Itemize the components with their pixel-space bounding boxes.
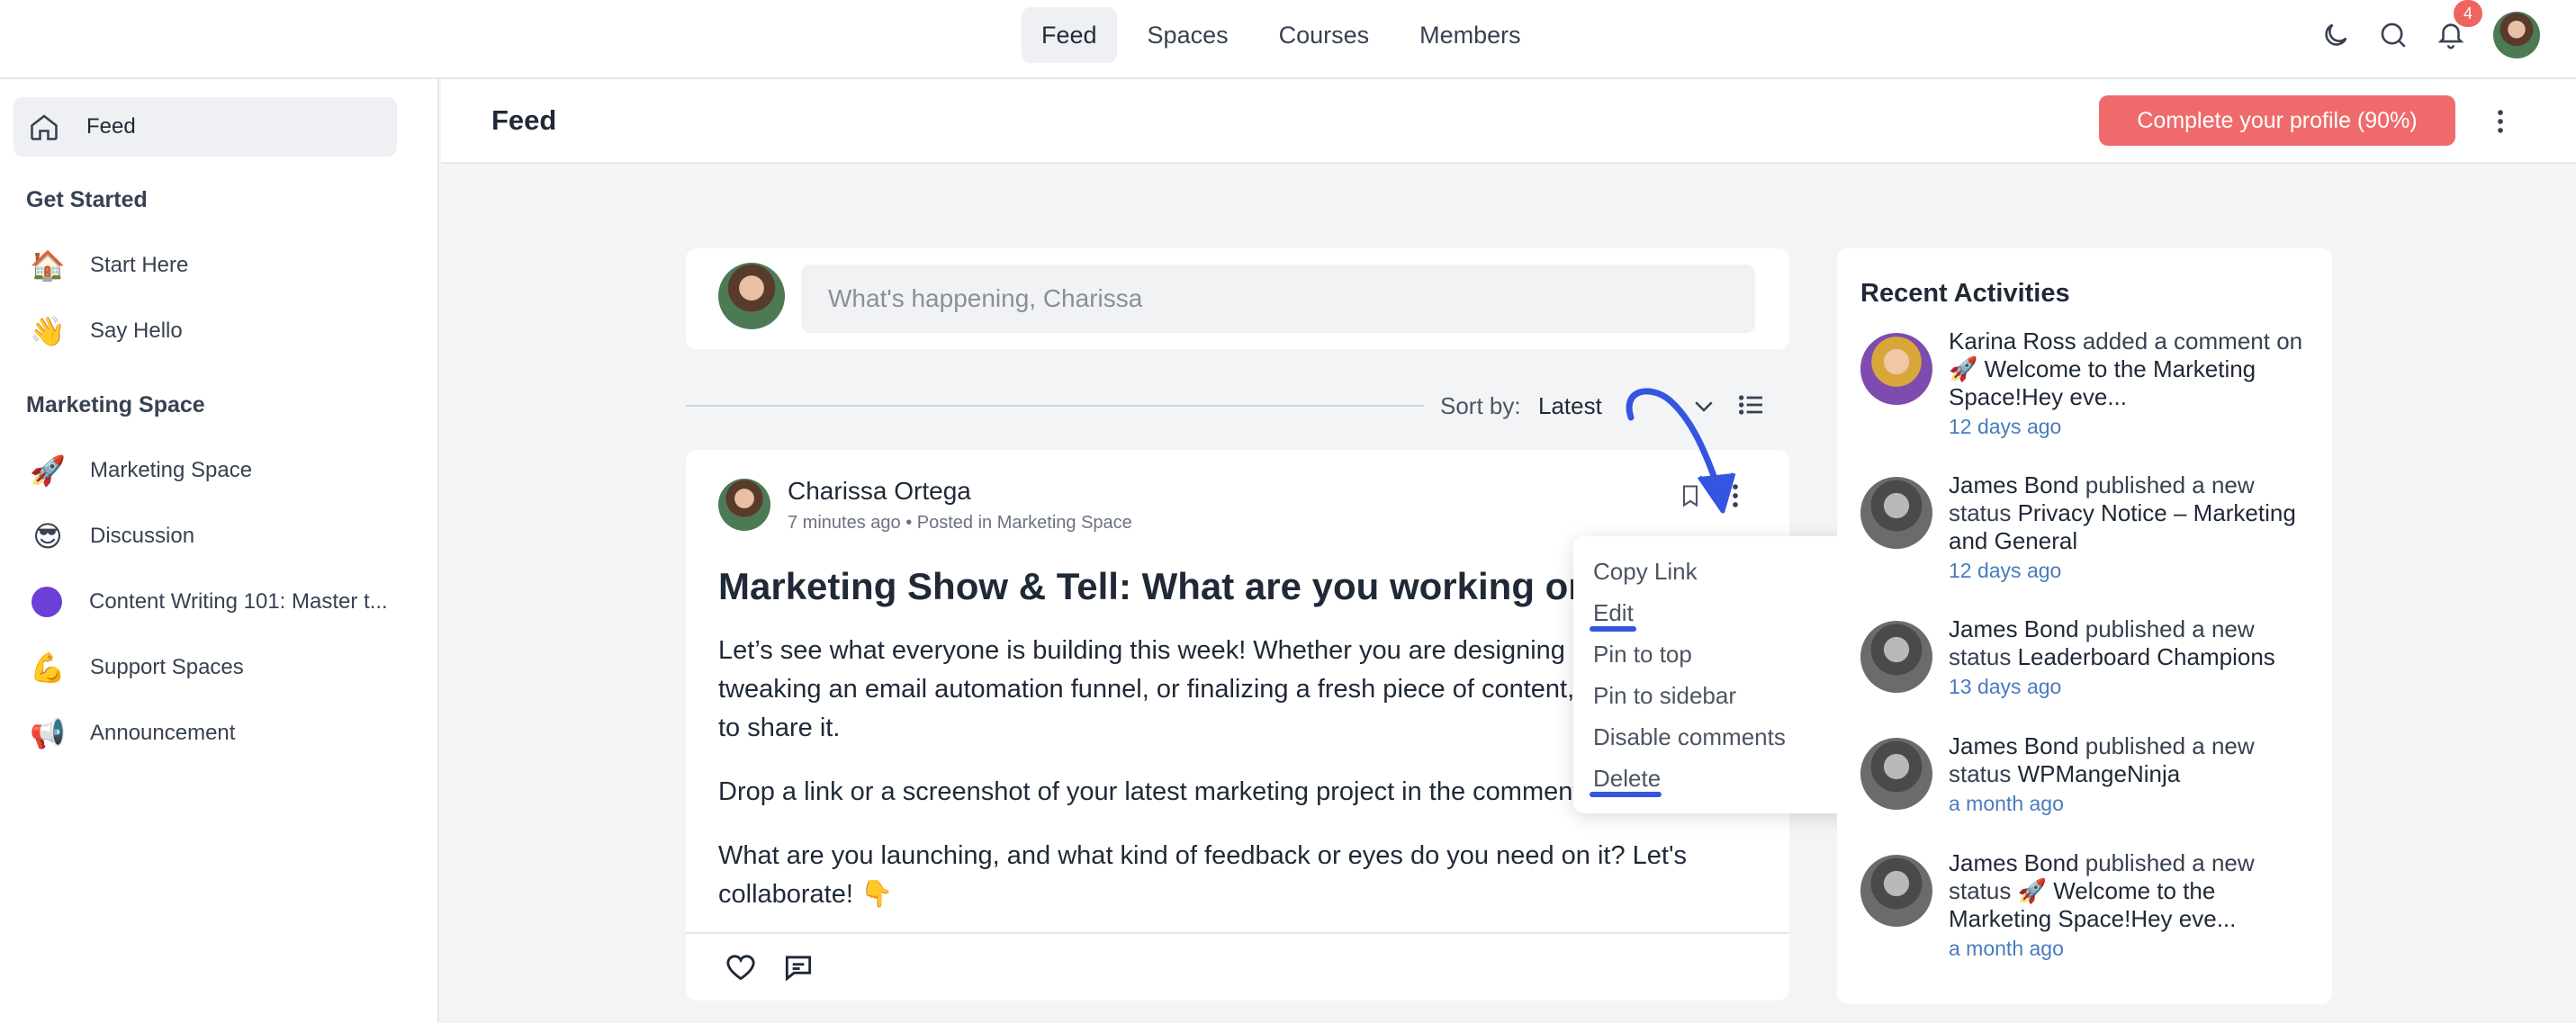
sidebar-item-label: Start Here <box>90 253 189 277</box>
activity-action: added a comment on <box>2076 328 2303 354</box>
post-author-name[interactable]: Charissa Ortega <box>788 477 971 506</box>
complete-profile-button[interactable]: Complete your profile (90%) <box>2099 95 2455 146</box>
top-navigation: Feed Spaces Courses Members 4 <box>0 0 2576 79</box>
sidebar-item-start-here[interactable]: 🏠 Start Here <box>14 236 397 295</box>
notification-badge: 4 <box>2454 0 2482 27</box>
post-footer-divider <box>686 932 1789 934</box>
activity-target[interactable]: 🚀 Welcome to the Marketing Space!Hey eve… <box>1949 355 2256 410</box>
activity-text: James Bond published a new status Leader… <box>1949 615 2318 701</box>
post-paragraph: What are you launching, and what kind of… <box>718 841 1688 909</box>
annotation-underline <box>1590 792 1662 797</box>
activity-user[interactable]: James Bond <box>1949 732 2079 759</box>
sidebar-heading-marketing-space: Marketing Space <box>26 392 205 417</box>
activity-avatar <box>1860 477 1932 549</box>
menu-item-delete[interactable]: Delete <box>1593 765 1661 793</box>
sidebar-item-label: Announcement <box>90 721 236 745</box>
activity-user[interactable]: James Bond <box>1949 471 2079 498</box>
bell-icon[interactable]: 4 <box>2436 0 2482 50</box>
sort-divider <box>686 405 1424 407</box>
sidebar-item-marketing-space[interactable]: 🚀 Marketing Space <box>14 441 397 500</box>
page-title: Feed <box>491 104 557 136</box>
sidebar-item-announcement[interactable]: 📢 Announcement <box>14 704 397 763</box>
sidebar-item-label: Say Hello <box>90 319 183 343</box>
recent-activities-title: Recent Activities <box>1860 279 2070 308</box>
moon-icon[interactable] <box>2320 20 2351 50</box>
sunglasses-icon: 😎 <box>32 520 63 552</box>
more-options-icon[interactable] <box>2491 106 2509 137</box>
activity-avatar <box>1860 855 1932 927</box>
activity-text: James Bond published a new status 🚀 Welc… <box>1949 849 2318 963</box>
post-author-avatar[interactable] <box>718 479 770 531</box>
tab-members[interactable]: Members <box>1400 7 1541 63</box>
wave-icon: 👋 <box>30 315 66 347</box>
tab-spaces[interactable]: Spaces <box>1128 7 1248 63</box>
sort-label: Sort by: <box>1440 392 1521 419</box>
post-meta: 7 minutes ago • Posted in Marketing Spac… <box>788 513 1132 533</box>
activity-target[interactable]: Leaderboard Champions <box>2018 643 2275 670</box>
sidebar-item-label: Content Writing 101: Master t... <box>89 589 388 614</box>
main-tabs: Feed Spaces Courses Members <box>1022 7 1541 63</box>
sidebar-item-label: Discussion <box>90 524 195 548</box>
tab-feed[interactable]: Feed <box>1022 7 1117 63</box>
sidebar-item-support-spaces[interactable]: 💪 Support Spaces <box>14 638 397 697</box>
activity-time: 13 days ago <box>1949 675 2062 698</box>
activity-text: Karina Ross added a comment on 🚀 Welcome… <box>1949 328 2318 441</box>
activity-time: 12 days ago <box>1949 559 2062 582</box>
activity-avatar <box>1860 738 1932 810</box>
menu-item-edit[interactable]: Edit <box>1593 599 1634 627</box>
activity-target[interactable]: WPMangeNinja <box>2018 760 2181 787</box>
menu-item-disable-comments[interactable]: Disable comments <box>1593 723 1786 751</box>
heart-icon[interactable] <box>724 950 758 984</box>
composer-input[interactable]: What's happening, Charissa <box>801 265 1755 333</box>
sidebar-item-label: Support Spaces <box>90 655 244 679</box>
composer-avatar <box>718 263 785 329</box>
activity-text: James Bond published a new status Privac… <box>1949 471 2318 585</box>
annotation-underline <box>1590 626 1636 632</box>
sidebar-item-say-hello[interactable]: 👋 Say Hello <box>14 301 397 361</box>
activity-user[interactable]: James Bond <box>1949 849 2079 876</box>
activity-user[interactable]: Karina Ross <box>1949 328 2076 354</box>
activity-avatar <box>1860 621 1932 693</box>
recent-activities-panel: Recent Activities Karina Ross added a co… <box>1837 248 2332 1004</box>
activity-time: a month ago <box>1949 937 2064 960</box>
purple-circle-icon <box>32 587 62 617</box>
flexed-biceps-icon: 💪 <box>30 651 66 684</box>
sidebar: Feed Get Started 🏠 Start Here 👋 Say Hell… <box>0 79 439 1023</box>
header-actions: 4 <box>2320 0 2540 63</box>
activity-text: James Bond published a new status WPMang… <box>1949 732 2318 818</box>
rocket-icon: 🚀 <box>30 454 66 487</box>
sort-select[interactable]: Latest <box>1538 392 1602 420</box>
sidebar-item-feed[interactable]: Feed <box>14 97 397 157</box>
sidebar-heading-get-started: Get Started <box>26 187 148 212</box>
sidebar-item-label: Feed <box>86 114 136 139</box>
home-icon <box>31 114 58 140</box>
post-title: Marketing Show & Tell: What are you work… <box>718 565 1615 607</box>
sidebar-item-discussion[interactable]: 😎 Discussion <box>14 507 397 566</box>
comment-icon[interactable] <box>781 950 815 984</box>
menu-item-pin-to-sidebar[interactable]: Pin to sidebar <box>1593 682 1736 710</box>
activity-time: 12 days ago <box>1949 415 2062 438</box>
search-icon[interactable] <box>2378 20 2409 50</box>
activity-user[interactable]: James Bond <box>1949 615 2079 642</box>
sidebar-item-content-writing[interactable]: Content Writing 101: Master t... <box>14 572 397 632</box>
user-avatar[interactable] <box>2493 12 2540 58</box>
menu-item-copy-link[interactable]: Copy Link <box>1593 558 1698 586</box>
post-composer: What's happening, Charissa <box>686 248 1789 349</box>
tab-courses[interactable]: Courses <box>1259 7 1390 63</box>
sidebar-item-label: Marketing Space <box>90 458 253 482</box>
page-header: Feed Complete your profile (90%) <box>441 79 2576 164</box>
menu-item-pin-to-top[interactable]: Pin to top <box>1593 641 1692 669</box>
activity-time: a month ago <box>1949 792 2064 815</box>
annotation-arrow-icon <box>1626 388 1736 514</box>
megaphone-icon: 📢 <box>30 717 66 749</box>
activity-avatar <box>1860 333 1932 405</box>
house-icon: 🏠 <box>30 249 66 282</box>
